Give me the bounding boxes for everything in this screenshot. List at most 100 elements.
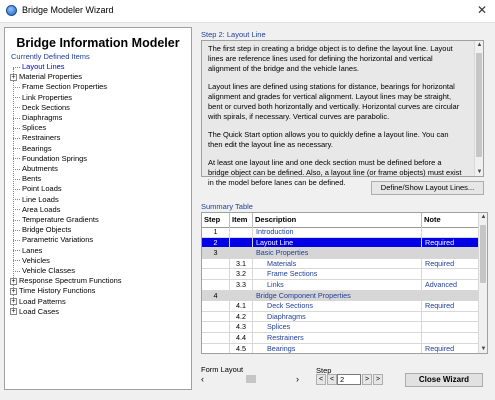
tree-item[interactable]: Bearings: [13, 144, 52, 154]
expand-icon[interactable]: +: [10, 287, 17, 295]
row-description-cell: Frame Sections: [253, 269, 422, 279]
row-item-cell: 4.5: [230, 343, 253, 353]
scroll-down-icon[interactable]: ▼: [479, 346, 487, 352]
tree-item-label: Time History Functions: [19, 286, 96, 296]
table-row[interactable]: 4.1 Deck Sections Required: [202, 301, 479, 312]
row-description-cell: Splices: [253, 322, 422, 332]
tree-connector: [13, 270, 20, 272]
tree-item[interactable]: Abutments: [13, 164, 58, 174]
tree-item[interactable]: Bents: [13, 174, 41, 184]
table-row[interactable]: 4.3 Splices: [202, 322, 479, 333]
tree-item-label: Line Loads: [22, 194, 59, 204]
slider-right-icon[interactable]: ›: [296, 374, 299, 384]
tree-item[interactable]: Link Properties: [13, 93, 72, 103]
items-tree-panel: Bridge Information Modeler Currently Def…: [4, 27, 192, 390]
previous-step-button[interactable]: <: [327, 374, 337, 385]
tree-item-label: Foundation Springs: [22, 153, 88, 163]
col-note-header: Note: [422, 213, 479, 227]
tree-item[interactable]: Deck Sections: [13, 103, 70, 113]
description-paragraph: The first step in creating a bridge obje…: [208, 44, 453, 73]
tree-item[interactable]: Vehicle Classes: [13, 266, 75, 276]
row-step-cell: 3: [202, 248, 230, 258]
slider-thumb[interactable]: [246, 375, 256, 383]
row-step-cell: 2: [202, 237, 230, 248]
tree-item[interactable]: Line Loads: [13, 195, 59, 205]
tree-item[interactable]: + Material Properties: [10, 72, 82, 82]
row-step-cell: 1: [202, 227, 230, 237]
tree-item[interactable]: Temperature Gradients: [13, 215, 99, 225]
row-step-cell: [202, 333, 230, 343]
close-wizard-button[interactable]: Close Wizard: [405, 373, 483, 387]
tree-item[interactable]: Area Loads: [13, 205, 60, 215]
first-step-button[interactable]: <: [316, 374, 326, 385]
tree-item-label: Frame Section Properties: [22, 82, 108, 92]
tree-item[interactable]: + Load Cases: [10, 307, 59, 317]
tree-item[interactable]: Splices: [13, 123, 46, 133]
expand-icon[interactable]: +: [10, 73, 17, 81]
items-header: Currently Defined Items: [11, 52, 90, 61]
row-note-cell: Required: [425, 237, 455, 247]
row-description-cell: Bearings: [253, 343, 422, 353]
tree-item[interactable]: Layout Lines: [13, 62, 65, 72]
table-row[interactable]: 3.1 Materials Required: [202, 258, 479, 270]
table-row[interactable]: 4 Bridge Component Properties: [202, 290, 479, 302]
tree-item-label: Area Loads: [22, 204, 61, 214]
last-step-button[interactable]: >: [373, 374, 383, 385]
close-icon[interactable]: ✕: [477, 3, 487, 17]
row-note-cell: [422, 333, 479, 343]
tree-item-label: Link Properties: [22, 92, 73, 102]
scroll-thumb[interactable]: [480, 225, 486, 283]
tree-item[interactable]: Foundation Springs: [13, 154, 87, 164]
row-description-cell: Restrainers: [253, 333, 422, 343]
table-row[interactable]: 3 Basic Properties: [202, 248, 479, 259]
tree-item[interactable]: + Load Patterns: [10, 296, 66, 307]
tree-item[interactable]: Frame Section Properties: [13, 82, 107, 92]
table-row[interactable]: 3.2 Frame Sections: [202, 269, 479, 280]
table-row[interactable]: 4.5 Bearings Required: [202, 343, 479, 353]
table-scrollbar[interactable]: ▲ ▼: [478, 213, 487, 353]
row-note-cell: Required: [425, 258, 455, 268]
slider-left-icon[interactable]: ‹: [201, 374, 204, 384]
table-row[interactable]: 1 Introduction: [202, 227, 479, 238]
expand-icon[interactable]: +: [10, 308, 17, 316]
expand-icon[interactable]: +: [10, 298, 17, 306]
table-row[interactable]: 3.3 Links Advanced: [202, 280, 479, 291]
col-description-header: Description: [253, 213, 422, 227]
tree-item[interactable]: Vehicles: [13, 256, 50, 266]
table-row[interactable]: 4.4 Restrainers: [202, 333, 479, 344]
row-description-cell: Materials: [253, 258, 422, 269]
scroll-up-icon[interactable]: ▲: [479, 214, 487, 220]
form-layout-slider[interactable]: ‹ ›: [201, 374, 299, 384]
table-row[interactable]: 2 Layout Line Required: [202, 237, 479, 249]
scroll-up-icon[interactable]: ▲: [475, 42, 484, 48]
tree-item-label: Restrainers: [22, 133, 61, 143]
expand-icon[interactable]: +: [10, 277, 17, 285]
tree-item-label: Load Patterns: [19, 296, 66, 306]
tree-item[interactable]: Parametric Variations: [13, 235, 93, 245]
description-scrollbar[interactable]: ▲ ▼: [474, 41, 483, 176]
tree-item-label: Diaphragms: [22, 113, 63, 122]
tree-item[interactable]: Restrainers: [13, 133, 60, 143]
tree-item[interactable]: Bridge Objects: [13, 225, 71, 235]
table-row[interactable]: 4.2 Diaphragms: [202, 311, 479, 323]
row-description-cell: Introduction: [253, 227, 422, 237]
step-number-input[interactable]: 2: [337, 374, 361, 385]
tree-item[interactable]: Diaphragms: [13, 113, 62, 123]
row-description-cell: Bridge Component Properties: [253, 290, 422, 301]
tree-connector: [13, 260, 20, 262]
tree-item[interactable]: Lanes: [13, 246, 42, 256]
row-note-cell: [422, 269, 479, 279]
define-layout-lines-button[interactable]: Define/Show Layout Lines...: [371, 181, 484, 195]
step-heading: Step 2: Layout Line: [201, 30, 266, 39]
row-item-cell: 3.3: [230, 280, 253, 290]
tree-item[interactable]: + Response Spectrum Functions: [10, 276, 122, 286]
scroll-thumb[interactable]: [476, 53, 482, 157]
next-step-button[interactable]: >: [362, 374, 372, 385]
row-item-cell: [230, 227, 253, 237]
tree-item[interactable]: + Time History Functions: [10, 286, 96, 296]
row-note-cell: [422, 248, 479, 258]
tree-item[interactable]: Point Loads: [13, 184, 62, 194]
row-step-cell: [202, 343, 230, 353]
tree-item-label: Deck Sections: [22, 102, 70, 112]
scroll-down-icon[interactable]: ▼: [475, 169, 484, 175]
